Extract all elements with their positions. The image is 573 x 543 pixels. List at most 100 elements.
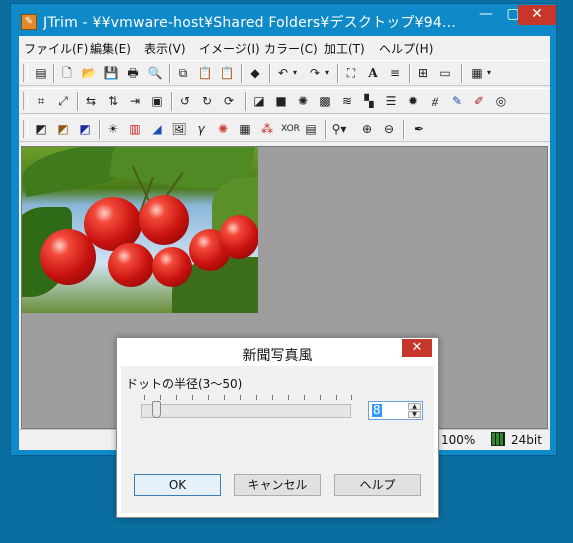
sepia-icon[interactable]: ◩ — [55, 121, 71, 137]
dialog-title: 新聞写真風 — [242, 348, 313, 364]
menu-image[interactable]: イメージ(I) — [199, 40, 260, 57]
grid-icon[interactable]: ⊞ — [415, 65, 431, 81]
zoom-in-icon[interactable]: ⊕ — [359, 121, 375, 137]
shadow-icon[interactable]: ◪ — [251, 93, 267, 109]
toolbar-row-2: ⌗ ⤢ ⇆ ⇅ ⇥ ▣ ↺ ↻ ⟳ ◪ ■ ✺ ▩ ≋ ▚ ☰ ✹ ⧣ ✎ ✐ … — [19, 88, 550, 114]
redo-icon[interactable]: ↷ — [307, 65, 323, 81]
bucket-icon[interactable]: ◆ — [247, 65, 263, 81]
dot-radius-spinbox[interactable]: 8 ▲ ▼ — [368, 401, 423, 420]
toolbar-separator — [53, 64, 54, 83]
wave-icon[interactable]: ≋ — [339, 93, 355, 109]
rotate-90-right-icon[interactable]: ↻ — [199, 93, 215, 109]
negative-icon[interactable]: ◩ — [77, 121, 93, 137]
ok-button[interactable]: OK — [134, 474, 221, 496]
glass-icon[interactable]: ⧣ — [427, 93, 443, 109]
resize-icon[interactable]: ⤢ — [55, 93, 71, 109]
tile-icon[interactable]: ▚ — [361, 93, 377, 109]
dot-radius-slider[interactable] — [141, 404, 351, 418]
menu-file[interactable]: ファイル(F) — [24, 40, 88, 57]
toolbar-separator — [403, 120, 404, 139]
flip-vertical-icon[interactable]: ⇅ — [105, 93, 121, 109]
mosaic-icon[interactable]: ▩ — [317, 93, 333, 109]
fit-icon[interactable]: ⛶ — [343, 65, 359, 81]
cancel-button[interactable]: キャンセル — [234, 474, 321, 496]
dot-radius-label: ドットの半径(3〜50) — [126, 377, 243, 391]
film-icon[interactable]: ▭ — [437, 65, 453, 81]
paste-icon[interactable]: 📋 — [197, 65, 213, 81]
frame-icon[interactable]: ▣ — [149, 93, 165, 109]
cherry-photo[interactable] — [22, 147, 258, 313]
gamma-icon[interactable]: γ — [193, 121, 209, 137]
paste-new-icon[interactable]: 📋 — [219, 65, 235, 81]
slider-thumb[interactable] — [152, 401, 161, 418]
open-icon[interactable]: 📂 — [81, 65, 97, 81]
pen-icon[interactable]: ✎ — [449, 93, 465, 109]
save-icon[interactable]: 💾 — [103, 65, 119, 81]
align-icon[interactable]: ≡ — [387, 65, 403, 81]
xor-icon[interactable]: XOR — [281, 121, 300, 137]
menu-view[interactable]: 表示(V) — [144, 40, 186, 57]
scanline-icon[interactable]: ☰ — [383, 93, 399, 109]
zoom-level: 100% — [441, 433, 476, 447]
rgb-channels-icon[interactable]: ⁂ — [259, 121, 275, 137]
dialog-title-bar[interactable]: 新聞写真風 ✕ — [117, 338, 438, 366]
shadow2-icon[interactable]: ■ — [273, 93, 289, 109]
new-icon[interactable]: 🗋 — [59, 65, 75, 81]
rgb-icon[interactable]: ◢ — [149, 121, 165, 137]
toolbar-separator — [241, 64, 242, 83]
toolbar-separator — [325, 120, 326, 139]
spin-up-icon[interactable]: ▲ — [408, 403, 421, 410]
close-button[interactable]: ✕ — [518, 5, 556, 25]
window-title: JTrim - ¥¥vmware-host¥Shared Folders¥デスク… — [43, 15, 456, 31]
toolbar-separator — [77, 92, 78, 111]
toolbar-grip[interactable] — [23, 120, 28, 138]
marker-icon[interactable]: ✐ — [471, 93, 487, 109]
sphere-icon[interactable]: ✹ — [405, 93, 421, 109]
rotate-fit-icon[interactable]: ⇥ — [127, 93, 143, 109]
menu-bar: ファイル(F) 編集(E) 表示(V) イメージ(I) カラー(C) 加工(T)… — [19, 36, 550, 58]
text-icon[interactable]: A — [365, 65, 381, 81]
spin-down-icon[interactable]: ▼ — [408, 411, 421, 418]
gradient-icon[interactable]: ▤ — [303, 121, 319, 137]
palette-icon[interactable]: ▦ — [469, 65, 485, 81]
copy-icon[interactable]: ⧉ — [175, 65, 191, 81]
hue-icon[interactable]: ✺ — [215, 121, 231, 137]
toolbar-grip[interactable] — [23, 92, 28, 110]
crop-icon[interactable]: ⌗ — [33, 93, 49, 109]
burst-icon[interactable]: ✺ — [295, 93, 311, 109]
toolbar-separator — [99, 120, 100, 139]
menu-edit[interactable]: 編集(E) — [90, 40, 131, 57]
help-button[interactable]: ヘルプ — [334, 474, 421, 496]
checker-icon[interactable]: ▦ — [237, 121, 253, 137]
redo-dropdown-icon[interactable]: ▾ — [323, 65, 331, 81]
eyedropper-icon[interactable]: ✒ — [411, 121, 427, 137]
dialog-body: ドットの半径(3〜50) 8 ▲ ▼ OK キャンセル ヘルプ — [121, 366, 434, 513]
print-icon[interactable]: 🖶 — [125, 65, 141, 81]
bitdepth-value: 24bit — [511, 433, 542, 447]
rotate-90-left-icon[interactable]: ↺ — [177, 93, 193, 109]
brightness-icon[interactable]: ☀ — [105, 121, 121, 137]
swirl-icon[interactable]: ◎ — [493, 93, 509, 109]
toolbar-separator — [409, 64, 410, 83]
capture-icon[interactable]: ▤ — [33, 65, 49, 81]
menu-process[interactable]: 加工(T) — [324, 40, 365, 57]
menu-color[interactable]: カラー(C) — [264, 40, 318, 57]
dialog-close-button[interactable]: ✕ — [402, 339, 432, 357]
rotate-free-icon[interactable]: ⟳ — [221, 93, 237, 109]
image-icon[interactable]: 🖼 — [171, 121, 187, 137]
minimize-button[interactable]: — — [473, 5, 499, 25]
zoom-out-icon[interactable]: ⊖ — [381, 121, 397, 137]
undo-icon[interactable]: ↶ — [275, 65, 291, 81]
dot-radius-value[interactable]: 8 — [372, 404, 382, 417]
jtrim-app-icon[interactable]: ✎ — [21, 14, 37, 30]
title-bar[interactable]: ✎ JTrim - ¥¥vmware-host¥Shared Folders¥デ… — [11, 4, 556, 36]
palette-dropdown-icon[interactable]: ▾ — [485, 65, 493, 81]
gray-icon[interactable]: ◩ — [33, 121, 49, 137]
zoom-dropdown-icon[interactable]: ⚲▾ — [331, 121, 347, 137]
color-balance-icon[interactable]: ▥ — [127, 121, 143, 137]
print-preview-icon[interactable]: 🔍 — [147, 65, 163, 81]
flip-horizontal-icon[interactable]: ⇆ — [83, 93, 99, 109]
toolbar-grip[interactable] — [23, 64, 28, 82]
menu-help[interactable]: ヘルプ(H) — [379, 40, 433, 57]
undo-dropdown-icon[interactable]: ▾ — [291, 65, 299, 81]
